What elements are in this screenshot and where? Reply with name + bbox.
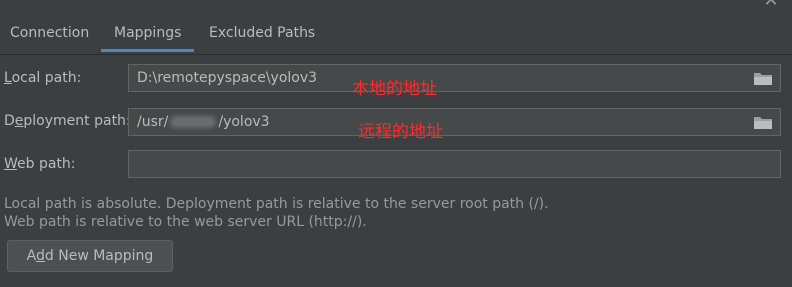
help-line-1: Local path is absolute. Deployment path … xyxy=(4,196,549,212)
redacted-blur xyxy=(170,116,217,128)
local-path-value: D:\remotepyspace\yolov3 xyxy=(137,70,318,86)
deployment-path-prefix: /usr/ xyxy=(137,114,169,130)
web-path-label: Web path: xyxy=(4,156,76,172)
local-path-field[interactable]: D:\remotepyspace\yolov3 xyxy=(128,64,781,92)
deployment-path-field[interactable]: /usr/ /yolov3 xyxy=(128,108,781,136)
tab-bar: Connection Mappings Excluded Paths xyxy=(0,14,792,55)
folder-icon[interactable] xyxy=(754,116,772,129)
help-line-2: Web path is relative to the web server U… xyxy=(4,214,367,230)
deployment-path-suffix: /yolov3 xyxy=(218,114,270,130)
tab-mappings[interactable]: Mappings xyxy=(101,14,195,52)
folder-icon[interactable] xyxy=(754,72,772,85)
local-path-label: Local path: xyxy=(4,70,82,86)
web-path-field[interactable] xyxy=(128,150,781,178)
help-text: Local path is absolute. Deployment path … xyxy=(4,195,549,231)
close-icon[interactable]: ✕ xyxy=(762,0,780,10)
deployment-path-annotation: 远程的地址 xyxy=(358,122,443,142)
tab-excluded-paths[interactable]: Excluded Paths xyxy=(209,14,315,52)
add-new-mapping-button[interactable]: Add New Mapping xyxy=(7,240,173,272)
deployment-path-label: Deployment path: xyxy=(4,113,131,129)
local-path-annotation: 本地的地址 xyxy=(352,79,437,99)
tab-connection[interactable]: Connection xyxy=(10,14,89,52)
